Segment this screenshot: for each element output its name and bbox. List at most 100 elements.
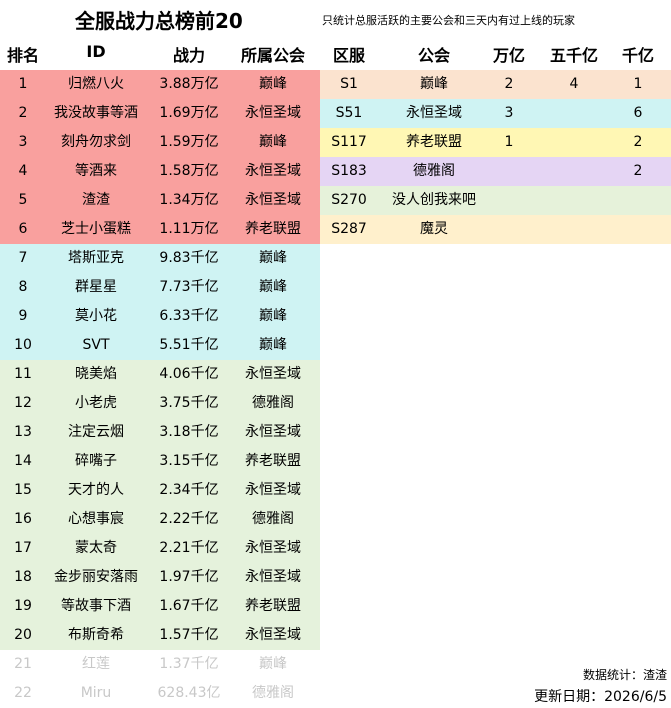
guild-cell: 永恒圣域 [245, 569, 301, 585]
header-wanyi: 万亿 [492, 46, 525, 65]
guild-cell: 永恒圣域 [245, 482, 301, 498]
rank-cell: 7 [18, 250, 28, 266]
wanyi-count-cell [490, 215, 528, 244]
rank-cell: 6 [18, 221, 28, 237]
guild-cell: 德雅阁 [252, 511, 294, 527]
table-row: S51 永恒圣域 3 6 [320, 99, 671, 128]
table-row: S270 没人创我来吧 [320, 186, 671, 215]
rank-cell: 2 [18, 105, 28, 121]
guild-cell: 永恒圣域 [245, 192, 301, 208]
wanyi-count-cell: 2 [504, 76, 514, 92]
qianyi-count-cell: 2 [633, 134, 643, 150]
qianyi-count-cell [610, 215, 666, 244]
power-cell: 4.06千亿 [159, 366, 219, 382]
wuqianyi-count-cell [538, 99, 610, 128]
table-row: 11 晓美焰 4.06千亿 永恒圣域 [0, 360, 320, 389]
power-cell: 628.43亿 [157, 685, 221, 701]
player-id-cell: 渣渣 [82, 192, 110, 208]
rank-cell: 16 [14, 511, 32, 527]
table-row: S287 魔灵 [320, 215, 671, 244]
guild-cell: 巅峰 [259, 308, 287, 324]
rank-cell: 12 [14, 395, 32, 411]
guild-cell: 巅峰 [259, 76, 287, 92]
guild-cell: 养老联盟 [245, 598, 301, 614]
server-cell: S287 [331, 221, 367, 237]
rank-cell: 11 [14, 366, 32, 382]
qianyi-count-cell: 1 [633, 76, 643, 92]
power-cell: 1.97千亿 [159, 569, 219, 585]
table-row: 1 归燃八火 3.88万亿 巅峰 [0, 70, 320, 99]
player-id-cell: 布斯奇希 [68, 627, 124, 643]
table-row: 17 蒙太奇 2.21千亿 永恒圣域 [0, 534, 320, 563]
guild-cell: 养老联盟 [245, 453, 301, 469]
header-qianyi: 千亿 [621, 46, 654, 65]
guild-cell: 养老联盟 [406, 134, 462, 150]
player-id-cell: 红莲 [82, 656, 110, 672]
power-cell: 2.34千亿 [159, 482, 219, 498]
table-row: 20 布斯奇希 1.57千亿 永恒圣域 [0, 621, 320, 650]
table-row: 2 我没故事等酒 1.69万亿 永恒圣域 [0, 99, 320, 128]
wanyi-count-cell [490, 157, 528, 186]
table-row: S1 巅峰 2 4 1 [320, 70, 671, 99]
header-wuqianyi: 五千亿 [549, 46, 598, 65]
power-cell: 2.22千亿 [159, 511, 219, 527]
player-id-cell: 金步丽安落雨 [54, 569, 138, 585]
table-row: S183 德雅阁 2 [320, 157, 671, 186]
guild-cell: 永恒圣域 [245, 424, 301, 440]
player-id-cell: 天才的人 [68, 482, 124, 498]
table-row: S117 养老联盟 1 2 [320, 128, 671, 157]
player-id-cell: 刻舟勿求剑 [61, 134, 131, 150]
qianyi-count-cell [610, 186, 666, 215]
page-title: 全服战力总榜前20 [75, 9, 243, 33]
rank-cell: 10 [14, 337, 32, 353]
table-row: 6 芝士小蛋糕 1.11万亿 养老联盟 [0, 215, 320, 244]
rank-cell: 3 [18, 134, 28, 150]
guild-cell: 永恒圣域 [406, 105, 462, 121]
guild-cell: 巅峰 [259, 337, 287, 353]
rank-cell: 22 [14, 685, 32, 701]
player-id-cell: 蒙太奇 [75, 540, 117, 556]
table-row: 10 SVT 5.51千亿 巅峰 [0, 331, 320, 360]
table-row: 14 碎嘴子 3.15千亿 养老联盟 [0, 447, 320, 476]
power-cell: 1.69万亿 [159, 105, 219, 121]
rank-cell: 14 [14, 453, 32, 469]
player-id-cell: 等故事下酒 [61, 598, 131, 614]
rank-cell: 4 [18, 163, 28, 179]
qianyi-count-cell: 2 [633, 163, 643, 179]
player-id-cell: 群星星 [75, 279, 117, 295]
rank-cell: 13 [14, 424, 32, 440]
table-row: 13 注定云烟 3.18千亿 永恒圣域 [0, 418, 320, 447]
guild-cell: 巅峰 [420, 76, 448, 92]
guild-cell: 养老联盟 [245, 221, 301, 237]
guild-cell: 永恒圣域 [245, 105, 301, 121]
guild-cell: 巅峰 [259, 279, 287, 295]
wuqianyi-count-cell: 4 [569, 76, 579, 92]
guild-cell: 德雅阁 [252, 685, 294, 701]
wuqianyi-count-cell [538, 128, 610, 157]
server-cell: S1 [340, 76, 358, 92]
rank-cell: 17 [14, 540, 32, 556]
table-row: 3 刻舟勿求剑 1.59万亿 巅峰 [0, 128, 320, 157]
player-id-cell: SVT [82, 337, 110, 353]
table-row: 16 心想事宸 2.22千亿 德雅阁 [0, 505, 320, 534]
page-note: 只统计总服活跃的主要公会和三天内有过上线的玩家 [322, 14, 575, 27]
guild-cell: 永恒圣域 [245, 627, 301, 643]
guild-cell: 永恒圣域 [245, 366, 301, 382]
power-cell: 5.51千亿 [159, 337, 219, 353]
player-id-cell: 塔斯亚克 [68, 250, 124, 266]
server-cell: S183 [331, 163, 367, 179]
wuqianyi-count-cell [538, 186, 610, 215]
power-cell: 1.59万亿 [159, 134, 219, 150]
table-row: 8 群星星 7.73千亿 巅峰 [0, 273, 320, 302]
player-id-cell: 芝士小蛋糕 [61, 221, 131, 237]
update-date: 更新日期：2026/6/5 [534, 689, 667, 705]
guild-cell: 巅峰 [259, 250, 287, 266]
player-id-cell: 心想事宸 [68, 511, 124, 527]
rank-cell: 21 [14, 656, 32, 672]
guild-cell: 巅峰 [259, 134, 287, 150]
table-row: 9 莫小花 6.33千亿 巅峰 [0, 302, 320, 331]
guild-cell: 永恒圣域 [245, 163, 301, 179]
power-cell: 1.57千亿 [159, 627, 219, 643]
qianyi-count-cell: 6 [633, 105, 643, 121]
player-id-cell: 莫小花 [75, 308, 117, 324]
